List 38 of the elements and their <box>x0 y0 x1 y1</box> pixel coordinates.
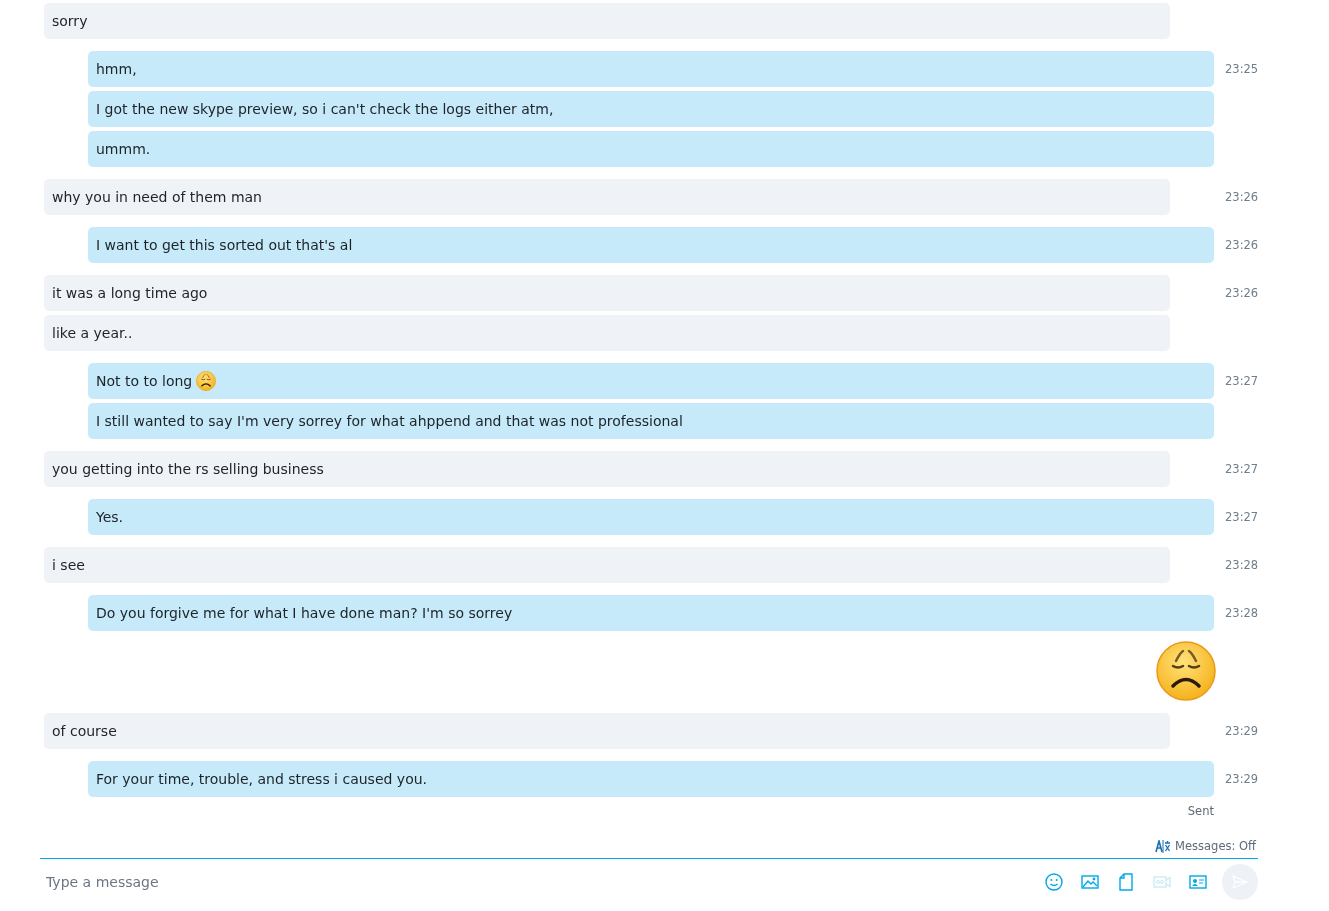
message-text: I got the new skype preview, so i can't check the logs either atm, <box>96 100 554 119</box>
message-text: hmm, <box>96 60 137 79</box>
message-time: 23:26 <box>1225 237 1259 254</box>
message-time: 23:28 <box>1225 605 1259 622</box>
message-input[interactable]: Type a message <box>40 867 1036 897</box>
message-text: it was a long time ago <box>52 284 208 303</box>
message-text: For your time, trouble, and stress i caused you. <box>96 770 428 789</box>
message-text: I still wanted to say I'm very sorrey for what ahppend and that was not professional <box>96 412 683 431</box>
emoticon-icon <box>1156 641 1216 701</box>
message-text: Yes. <box>96 508 124 527</box>
message-text: Do you forgive me for what I have done man? I'm so sorrey <box>96 604 513 623</box>
message-text: of course <box>52 722 117 741</box>
contact-card-icon <box>1189 875 1207 889</box>
message-text: you getting into the rs selling business <box>52 460 324 479</box>
file-icon <box>1119 873 1133 891</box>
message-text: why you in need of them man <box>52 188 262 207</box>
video-camera-icon <box>1153 876 1171 888</box>
message-time: 23:27 <box>1225 461 1259 478</box>
message-time: 23:27 <box>1225 509 1259 526</box>
message-time: 23:25 <box>1225 61 1259 78</box>
message-time: 23:29 <box>1225 723 1259 740</box>
message-time: 23:27 <box>1225 373 1259 390</box>
message-text: i see <box>52 556 85 575</box>
message-text: sorry <box>52 12 88 31</box>
smiley-icon <box>1045 873 1063 891</box>
message-text: like a year.. <box>52 324 133 343</box>
image-icon <box>1081 874 1099 890</box>
message-time: 23:26 <box>1225 285 1259 302</box>
emoticon-icon <box>196 371 217 391</box>
message-text: I want to get this sorted out that's al <box>96 236 353 255</box>
message-time: 23:28 <box>1225 557 1259 574</box>
translate-icon <box>1155 839 1172 853</box>
delivery-status: Sent <box>1187 804 1214 818</box>
message-text: ummm. <box>96 140 151 159</box>
translator-status[interactable]: Messages: Off <box>1175 839 1256 853</box>
message-time: 23:26 <box>1225 189 1259 206</box>
message-text: Not to to long <box>96 372 193 391</box>
message-time: 23:29 <box>1225 771 1259 788</box>
